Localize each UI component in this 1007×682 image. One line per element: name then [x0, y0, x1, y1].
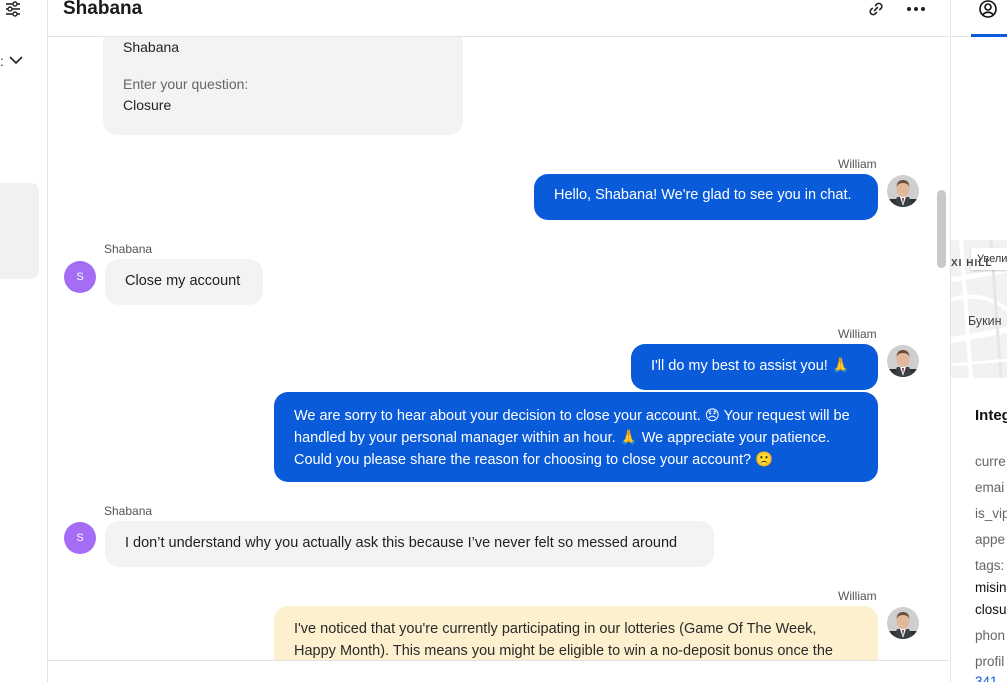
info-field-label: profil: [975, 654, 1005, 669]
form-question-label: Enter your question:: [123, 76, 249, 92]
link-icon[interactable]: [866, 0, 886, 18]
form-name-value: Shabana: [123, 39, 180, 55]
form-question-value: Closure: [123, 97, 172, 113]
customer-info-panel: Увели XI HILL Букин Integ curre emai is_…: [950, 0, 1007, 682]
sender-name: Shabana: [104, 504, 153, 518]
message-bubble-incoming: I don’t understand why you actually ask …: [105, 521, 714, 567]
tag-value: misin: [975, 580, 1007, 595]
status-dropdown[interactable]: :: [0, 52, 30, 70]
message-bubble-outgoing-note: I've noticed that you're currently parti…: [274, 606, 878, 660]
prechat-form-bubble: Shabana Enter your question: Closure: [103, 37, 463, 135]
sender-name: Shabana: [104, 242, 153, 256]
message-bubble-outgoing: I'll do my best to assist you! 🙏: [631, 344, 878, 390]
message-bubble-incoming: Close my account: [105, 259, 263, 305]
info-field-label: appe: [975, 532, 1006, 547]
chat-title: Shabana: [63, 0, 143, 19]
info-field-label: tags:: [975, 558, 1005, 573]
location-map[interactable]: Увели XI HILL Букин: [951, 240, 1007, 378]
customer-avatar: S: [64, 522, 96, 554]
agent-avatar: [887, 607, 919, 639]
info-field-label: emai: [975, 480, 1005, 495]
chat-header: Shabana: [48, 0, 949, 37]
filter-sliders-icon[interactable]: [3, 0, 25, 20]
integrations-heading: Integ: [975, 407, 1007, 424]
customer-avatar: S: [64, 261, 96, 293]
left-rail: :: [0, 0, 48, 682]
conversation-card[interactable]: [0, 183, 39, 279]
info-field-label: phon: [975, 628, 1006, 643]
tab-profile-indicator: [971, 34, 1007, 37]
sender-name: William: [838, 589, 877, 603]
sender-name: William: [838, 327, 877, 341]
agent-avatar: [887, 345, 919, 377]
dropdown-label-fragment: :: [0, 53, 4, 69]
chat-messages[interactable]: Shabana Enter your question: Closure Wil…: [48, 37, 949, 660]
sender-name: William: [838, 157, 877, 171]
profile-link[interactable]: 341: [975, 674, 998, 682]
chat-scrollbar[interactable]: [937, 190, 946, 268]
agent-avatar: [887, 175, 919, 207]
message-bubble-outgoing: Hello, Shabana! We're glad to see you in…: [534, 174, 878, 220]
message-bubble-outgoing: We are sorry to hear about your decision…: [274, 392, 878, 482]
map-district-label: XI HILL: [951, 258, 993, 269]
chevron-down-icon: [9, 56, 23, 65]
map-street-label: Букин: [968, 314, 1002, 328]
info-field-label: curre: [975, 454, 1006, 469]
composer-divider: [48, 660, 949, 661]
user-profile-icon[interactable]: [978, 0, 998, 19]
more-options-icon[interactable]: [905, 1, 927, 17]
info-field-label: is_vip: [975, 506, 1007, 521]
tag-value: closu: [975, 602, 1007, 617]
